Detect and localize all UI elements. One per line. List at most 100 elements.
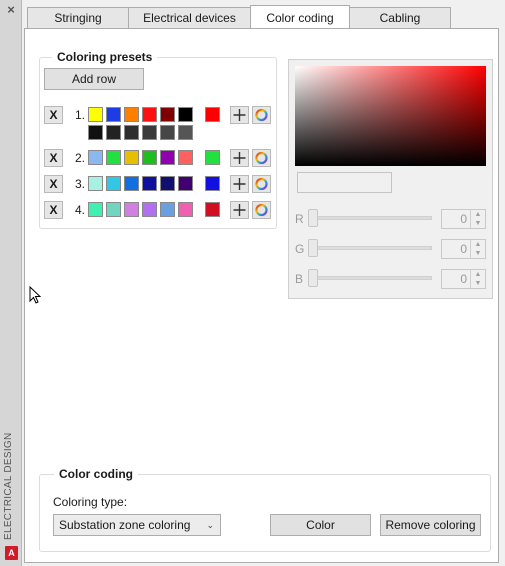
tab-electrical-devices[interactable]: Electrical devices bbox=[128, 7, 251, 29]
tab-stringing[interactable]: Stringing bbox=[27, 7, 129, 29]
remove-row-button[interactable]: X bbox=[44, 149, 63, 167]
spinner-value: 0 bbox=[460, 212, 467, 226]
spin-up-icon[interactable]: ▲ bbox=[471, 210, 485, 219]
color-swatch[interactable] bbox=[124, 202, 139, 217]
value-spinner-g[interactable]: 0 ▲ ▼ bbox=[441, 239, 486, 259]
plus-icon[interactable] bbox=[230, 149, 249, 167]
coloring-presets-group: Coloring presets Add row X 1. X 2. X 3. … bbox=[39, 50, 278, 229]
color-swatch[interactable] bbox=[142, 125, 157, 140]
selected-color-swatch[interactable] bbox=[205, 150, 220, 165]
chevron-down-icon: ⌄ bbox=[206, 520, 214, 530]
slider-track-r bbox=[317, 216, 432, 220]
color-coding-title: Color coding bbox=[54, 467, 138, 481]
color-swatch[interactable] bbox=[106, 202, 121, 217]
tab-content-panel: Coloring presets Add row X 1. X 2. X 3. … bbox=[24, 28, 499, 563]
color-wheel-icon[interactable] bbox=[252, 175, 271, 193]
spin-down-icon[interactable]: ▼ bbox=[471, 279, 485, 288]
value-spinner-b[interactable]: 0 ▲ ▼ bbox=[441, 269, 486, 289]
color-swatch[interactable] bbox=[142, 107, 157, 122]
preset-row-4: X 4. bbox=[40, 201, 278, 219]
spin-down-icon[interactable]: ▼ bbox=[471, 249, 485, 258]
color-swatch[interactable] bbox=[106, 150, 121, 165]
color-swatch[interactable] bbox=[88, 125, 103, 140]
color-button[interactable]: Color bbox=[270, 514, 371, 536]
color-wheel-icon[interactable] bbox=[252, 201, 271, 219]
color-swatch[interactable] bbox=[124, 150, 139, 165]
app-logo-icon: A bbox=[5, 546, 18, 560]
color-swatch[interactable] bbox=[124, 176, 139, 191]
color-swatch[interactable] bbox=[178, 202, 193, 217]
coloring-type-value: Substation zone coloring bbox=[59, 518, 191, 532]
color-swatch[interactable] bbox=[106, 125, 121, 140]
tab-cabling[interactable]: Cabling bbox=[349, 7, 451, 29]
plus-icon[interactable] bbox=[230, 201, 249, 219]
remove-row-button[interactable]: X bbox=[44, 201, 63, 219]
color-coding-group: Color coding bbox=[39, 467, 491, 552]
color-swatch[interactable] bbox=[178, 107, 193, 122]
spinner-value: 0 bbox=[460, 272, 467, 286]
palette-title: ELECTRICAL DESIGN bbox=[3, 432, 14, 540]
coloring-type-select[interactable]: Substation zone coloring ⌄ bbox=[53, 514, 221, 536]
selected-color-swatch[interactable] bbox=[205, 202, 220, 217]
color-swatch[interactable] bbox=[142, 202, 157, 217]
color-swatch[interactable] bbox=[88, 202, 103, 217]
preset-row-2: X 2. bbox=[40, 149, 278, 167]
color-swatch[interactable] bbox=[160, 150, 175, 165]
remove-row-button[interactable]: X bbox=[44, 175, 63, 193]
selected-color-swatch[interactable] bbox=[205, 107, 220, 122]
slider-thumb-g[interactable] bbox=[308, 239, 318, 257]
channel-label-b: B bbox=[295, 272, 304, 286]
channel-label-r: R bbox=[295, 212, 304, 226]
saturation-value-gradient[interactable] bbox=[295, 66, 486, 166]
tab-bar: Stringing Electrical devices Color codin… bbox=[27, 5, 451, 29]
mouse-cursor-icon bbox=[29, 285, 42, 307]
color-picker: R 0 ▲ ▼ G 0 ▲ ▼ B 0 ▲ ▼ bbox=[288, 59, 493, 299]
color-wheel-icon[interactable] bbox=[252, 149, 271, 167]
value-spinner-r[interactable]: 0 ▲ ▼ bbox=[441, 209, 486, 229]
spin-up-icon[interactable]: ▲ bbox=[471, 270, 485, 279]
color-swatch[interactable] bbox=[160, 176, 175, 191]
color-preview bbox=[297, 172, 392, 193]
slider-track-g bbox=[317, 246, 432, 250]
remove-row-button[interactable]: X bbox=[44, 106, 63, 124]
color-swatch[interactable] bbox=[88, 107, 103, 122]
row-number: 2. bbox=[75, 151, 86, 165]
row-number: 1. bbox=[75, 108, 86, 122]
color-swatch[interactable] bbox=[106, 176, 121, 191]
color-swatch[interactable] bbox=[124, 107, 139, 122]
coloring-type-label: Coloring type: bbox=[53, 495, 128, 509]
spin-down-icon[interactable]: ▼ bbox=[471, 219, 485, 228]
coloring-presets-title: Coloring presets bbox=[52, 50, 158, 64]
color-swatch[interactable] bbox=[142, 176, 157, 191]
color-swatch[interactable] bbox=[142, 150, 157, 165]
preset-row-3: X 3. bbox=[40, 175, 278, 193]
color-wheel-icon[interactable] bbox=[252, 106, 271, 124]
side-strip: × ELECTRICAL DESIGN A bbox=[0, 0, 22, 566]
spinner-value: 0 bbox=[460, 242, 467, 256]
color-swatch[interactable] bbox=[88, 176, 103, 191]
color-swatch[interactable] bbox=[160, 107, 175, 122]
close-icon[interactable]: × bbox=[5, 3, 17, 16]
row-number: 4. bbox=[75, 203, 86, 217]
color-swatch[interactable] bbox=[160, 202, 175, 217]
color-swatch[interactable] bbox=[88, 150, 103, 165]
color-swatch[interactable] bbox=[178, 125, 193, 140]
channel-label-g: G bbox=[295, 242, 305, 256]
slider-thumb-b[interactable] bbox=[308, 269, 318, 287]
color-swatch[interactable] bbox=[124, 125, 139, 140]
plus-icon[interactable] bbox=[230, 106, 249, 124]
row-number: 3. bbox=[75, 177, 86, 191]
color-swatch[interactable] bbox=[178, 150, 193, 165]
slider-track-b bbox=[317, 276, 432, 280]
color-swatch[interactable] bbox=[178, 176, 193, 191]
selected-color-swatch[interactable] bbox=[205, 176, 220, 191]
spin-up-icon[interactable]: ▲ bbox=[471, 240, 485, 249]
remove-coloring-button[interactable]: Remove coloring bbox=[380, 514, 481, 536]
color-swatch[interactable] bbox=[160, 125, 175, 140]
add-row-button[interactable]: Add row bbox=[44, 68, 144, 90]
tab-color-coding[interactable]: Color coding bbox=[250, 5, 350, 28]
slider-thumb-r[interactable] bbox=[308, 209, 318, 227]
color-swatch[interactable] bbox=[106, 107, 121, 122]
plus-icon[interactable] bbox=[230, 175, 249, 193]
preset-row-1: X 1. bbox=[40, 106, 278, 140]
